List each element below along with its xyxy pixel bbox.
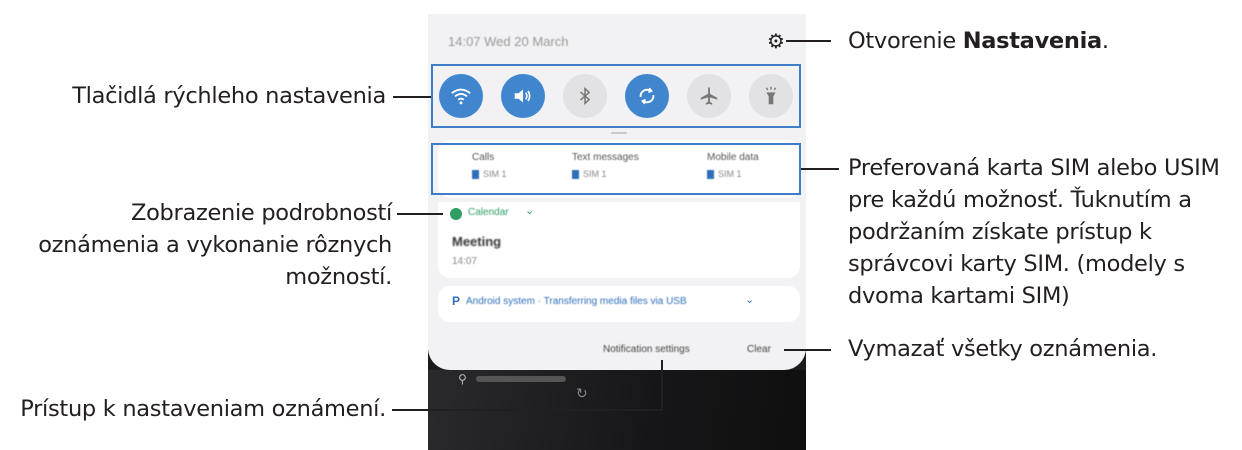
- refresh-icon: ↻: [576, 386, 588, 402]
- notification-subtitle: 14:07: [452, 256, 478, 267]
- chevron-down-icon[interactable]: ⌄: [525, 204, 534, 217]
- label-open-settings-prefix: Otvorenie: [848, 28, 963, 54]
- label-sim-1: Preferovaná karta SIM alebo USIM: [848, 155, 1220, 181]
- location-icon: ⚲: [458, 372, 467, 386]
- callout-line-notif-settings-vertical: [661, 360, 663, 410]
- notification-title: Meeting: [452, 234, 502, 249]
- sim-preference-highlight: [431, 143, 801, 195]
- panel-drag-handle[interactable]: [611, 132, 627, 134]
- callout-line-notif-settings: [392, 409, 663, 411]
- android-system-icon: P: [452, 294, 461, 308]
- label-sim-3: podržaním získate prístup k: [848, 219, 1152, 245]
- label-clear-all: Vymazať všetky oznámenia.: [848, 336, 1158, 362]
- label-open-settings-bold: Nastavenia: [962, 28, 1102, 54]
- label-quick-buttons: Tlačidlá rýchleho nastavenia: [72, 83, 386, 109]
- label-details-3: možností.: [285, 264, 392, 290]
- label-details-2: oznámenia a vykonanie rôznych: [38, 232, 392, 258]
- calendar-icon: [450, 208, 462, 220]
- callout-line-details: [397, 213, 443, 215]
- notification-settings-button[interactable]: Notification settings: [603, 344, 690, 355]
- quick-settings-highlight: [431, 64, 801, 128]
- callout-line-quick: [393, 96, 431, 98]
- clear-button[interactable]: Clear: [747, 344, 771, 355]
- label-sim-4: správcovi karty SIM. (modely s: [848, 251, 1185, 277]
- callout-line-settings: [786, 40, 831, 42]
- label-open-settings-suffix: .: [1101, 28, 1109, 54]
- weather-widget: [476, 376, 566, 382]
- calendar-app-name: Calendar: [468, 207, 509, 218]
- gear-icon[interactable]: ⚙: [765, 30, 787, 52]
- label-details-1: Zobrazenie podrobností: [130, 200, 392, 226]
- label-sim-5: dvoma kartami SIM): [848, 283, 1070, 309]
- chevron-down-icon[interactable]: ⌄: [745, 293, 754, 306]
- label-open-settings: Otvorenie Nastavenia.: [848, 26, 1109, 56]
- label-sim-2: pre každú možnosť. Ťuknutím a: [848, 187, 1192, 213]
- android-notification-text: Android system · Transferring media file…: [466, 296, 687, 307]
- status-time: 14:07 Wed 20 March: [448, 34, 569, 49]
- label-notif-settings-access: Prístup k nastaveniam oznámení.: [20, 396, 386, 422]
- callout-line-clear: [784, 349, 831, 351]
- callout-line-sim: [801, 168, 839, 170]
